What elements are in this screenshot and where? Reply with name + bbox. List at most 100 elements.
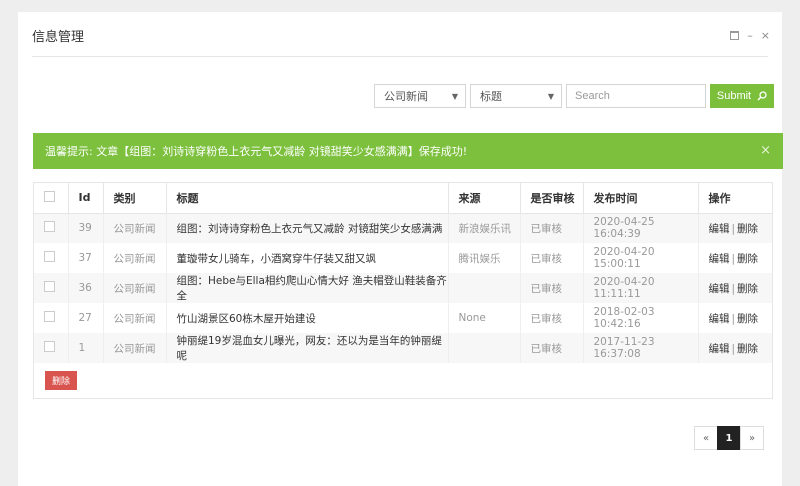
row-category: 公司新闻: [103, 213, 167, 243]
minimize-icon[interactable]: –: [747, 30, 753, 41]
chevron-down-icon: ▼: [547, 91, 554, 101]
delete-link[interactable]: 删除: [737, 253, 758, 265]
submit-label: Submit: [716, 90, 752, 102]
table-row: 1 公司新闻 钟丽缇19岁混血女儿曝光，网友：还以为是当年的钟丽缇呢 已审核 2…: [34, 333, 772, 363]
main-panel: 信息管理 – × 公司新闻 ▼ 标题 ▼ Search Submit 温馨提示:…: [18, 12, 783, 486]
divider: [32, 56, 768, 57]
column-header: 标题: [166, 183, 449, 214]
page-title: 信息管理: [32, 30, 85, 45]
pagination: « 1 »: [694, 426, 764, 450]
table-footer: 删除: [34, 363, 772, 399]
search-input[interactable]: Search: [566, 84, 706, 108]
action-separator: |: [731, 342, 736, 355]
row-checkbox[interactable]: [44, 221, 55, 233]
edit-link[interactable]: 编辑: [709, 343, 730, 355]
bulk-delete-button[interactable]: 删除: [45, 371, 78, 390]
row-time: 2020-04-25 16:04:39: [583, 213, 699, 243]
news-table: Id 类别 标题 来源 是否审核 发布时间 操作 39 公司新闻 组图：刘诗诗穿…: [33, 182, 773, 399]
column-header: 是否审核: [520, 183, 584, 214]
column-header: Id: [68, 183, 104, 214]
table-row: 37 公司新闻 董璇带女儿骑车，小酒窝穿牛仔装又甜又飒 腾讯娱乐 已审核 202…: [34, 243, 772, 273]
next-page-button[interactable]: »: [740, 426, 764, 450]
action-separator: |: [731, 252, 736, 265]
edit-link[interactable]: 编辑: [709, 283, 730, 295]
row-status: 已审核: [520, 273, 584, 303]
row-title[interactable]: 董璇带女儿骑车，小酒窝穿牛仔装又甜又飒: [166, 243, 449, 273]
row-category: 公司新闻: [103, 303, 167, 333]
action-separator: |: [731, 312, 736, 325]
row-time: 2020-04-20 11:11:11: [583, 273, 699, 303]
row-time: 2018-02-03 10:42:16: [583, 303, 699, 333]
table-row: 39 公司新闻 组图：刘诗诗穿粉色上衣元气又减龄 对镜甜笑少女感满满 新浪娱乐讯…: [34, 213, 772, 243]
edit-link[interactable]: 编辑: [709, 313, 730, 325]
edit-link[interactable]: 编辑: [709, 253, 730, 265]
search-bar: 公司新闻 ▼ 标题 ▼ Search Submit: [374, 84, 774, 108]
column-header: 发布时间: [583, 183, 699, 214]
action-separator: |: [731, 222, 736, 235]
row-time: 2020-04-20 15:00:11: [583, 243, 699, 273]
delete-link[interactable]: 删除: [737, 223, 758, 235]
submit-button[interactable]: Submit: [710, 84, 774, 108]
row-title[interactable]: 组图：Hebe与Ella相约爬山心情大好 渔夫帽登山鞋装备齐全: [166, 273, 449, 303]
row-status: 已审核: [520, 243, 584, 273]
column-header: 来源: [448, 183, 521, 214]
table-header: Id 类别 标题 来源 是否审核 发布时间 操作: [34, 183, 772, 214]
column-header: 操作: [698, 183, 772, 214]
category-select-value: 公司新闻: [384, 90, 428, 103]
row-select[interactable]: [34, 273, 69, 303]
row-status: 已审核: [520, 213, 584, 243]
row-title[interactable]: 竹山湖景区60栋木屋开始建设: [166, 303, 449, 333]
row-category: 公司新闻: [103, 243, 167, 273]
row-actions: 编辑 | 删除: [698, 303, 772, 333]
delete-link[interactable]: 删除: [737, 313, 758, 325]
alert-text: 温馨提示: 文章【组图：刘诗诗穿粉色上衣元气又减龄 对镜甜笑少女感满满】保存成功…: [45, 145, 468, 158]
row-source: 新浪娱乐讯: [448, 213, 521, 243]
close-icon[interactable]: ×: [760, 143, 771, 158]
select-all-checkbox[interactable]: [44, 190, 55, 202]
row-source: None: [448, 303, 521, 333]
row-actions: 编辑 | 删除: [698, 273, 772, 303]
row-source: [448, 273, 521, 303]
row-checkbox[interactable]: [44, 311, 55, 322]
field-select[interactable]: 标题 ▼: [470, 84, 562, 108]
action-separator: |: [731, 282, 736, 295]
row-select[interactable]: [34, 243, 69, 273]
row-select[interactable]: [34, 213, 69, 243]
row-title[interactable]: 组图：刘诗诗穿粉色上衣元气又减龄 对镜甜笑少女感满满: [166, 213, 449, 243]
row-status: 已审核: [520, 303, 584, 333]
close-icon[interactable]: ×: [761, 30, 770, 41]
row-source: 腾讯娱乐: [448, 243, 521, 273]
edit-link[interactable]: 编辑: [709, 223, 730, 235]
row-id: 1: [68, 333, 104, 363]
row-category: 公司新闻: [103, 333, 167, 363]
row-id: 27: [68, 303, 104, 333]
row-status: 已审核: [520, 333, 584, 363]
row-time: 2017-11-23 16:37:08: [583, 333, 699, 363]
row-id: 37: [68, 243, 104, 273]
category-select[interactable]: 公司新闻 ▼: [374, 84, 466, 108]
field-select-value: 标题: [480, 90, 502, 103]
column-header: 类别: [103, 183, 167, 214]
row-checkbox[interactable]: [44, 341, 55, 352]
chevron-down-icon: ▼: [451, 91, 458, 101]
row-source: [448, 333, 521, 363]
row-actions: 编辑 | 删除: [698, 213, 772, 243]
delete-link[interactable]: 删除: [737, 283, 758, 295]
row-id: 36: [68, 273, 104, 303]
select-all-header[interactable]: [34, 183, 69, 214]
row-select[interactable]: [34, 333, 69, 363]
row-title[interactable]: 钟丽缇19岁混血女儿曝光，网友：还以为是当年的钟丽缇呢: [166, 333, 449, 363]
row-checkbox[interactable]: [44, 251, 55, 262]
delete-link[interactable]: 删除: [737, 343, 758, 355]
row-checkbox[interactable]: [44, 281, 55, 292]
row-actions: 编辑 | 删除: [698, 243, 772, 273]
table-row: 36 公司新闻 组图：Hebe与Ella相约爬山心情大好 渔夫帽登山鞋装备齐全 …: [34, 273, 772, 303]
current-page-button[interactable]: 1: [717, 426, 741, 450]
row-select[interactable]: [34, 303, 69, 333]
table-row: 27 公司新闻 竹山湖景区60栋木屋开始建设 None 已审核 2018-02-…: [34, 303, 772, 333]
rect-icon[interactable]: [730, 31, 740, 40]
row-id: 39: [68, 213, 104, 243]
row-category: 公司新闻: [103, 273, 167, 303]
prev-page-button[interactable]: «: [694, 426, 718, 450]
row-actions: 编辑 | 删除: [698, 333, 772, 363]
